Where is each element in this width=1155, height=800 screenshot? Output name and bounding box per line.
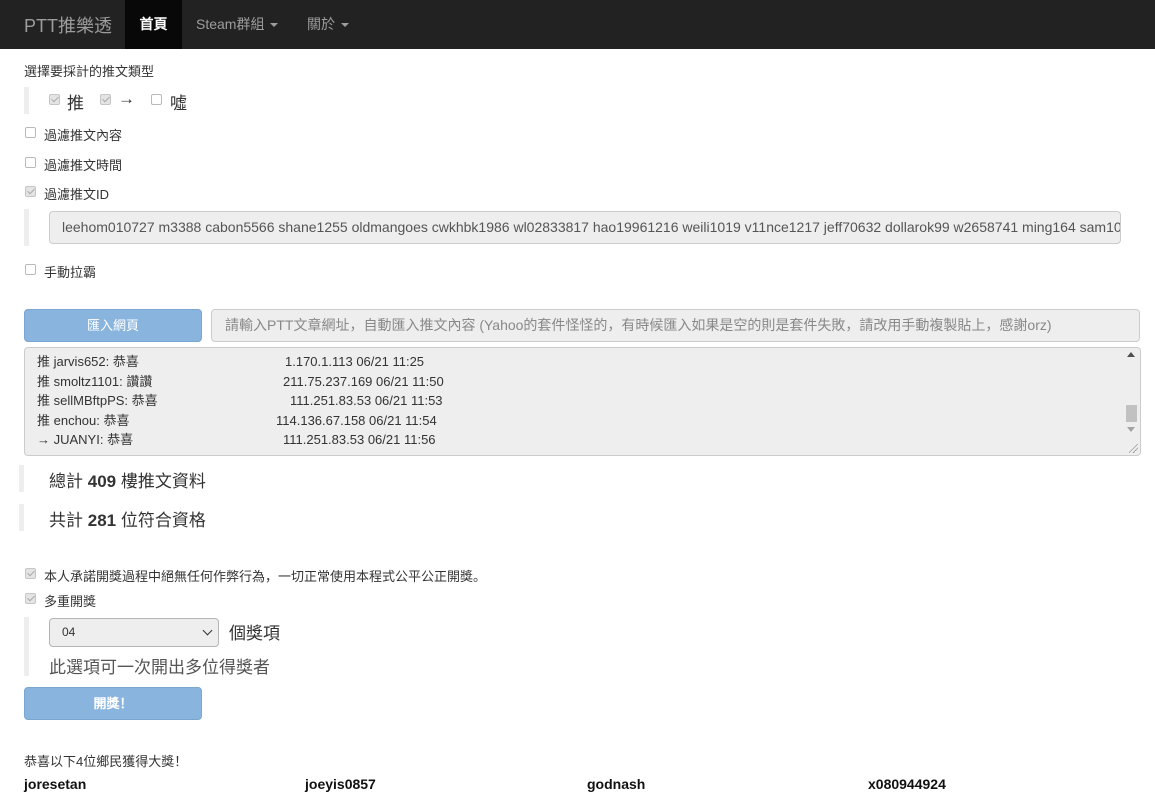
manual-slot-checkbox[interactable]	[25, 264, 36, 275]
blockquote-bar	[24, 209, 29, 246]
filter-id-input[interactable]: leehom010727 m3388 cabon5566 shane1255 o…	[49, 211, 1121, 244]
multi-draw-label: 多重開獎	[44, 594, 97, 609]
blockquote-bar	[24, 617, 29, 676]
blockquote-bar	[19, 504, 24, 531]
push-line-meta: 1.170.1.113 06/21 11:25	[285, 354, 425, 369]
qualified-prefix: 共計	[49, 511, 83, 530]
import-page-button[interactable]: 匯入網頁	[24, 309, 202, 342]
total-prefix: 總計	[49, 472, 83, 491]
push-content-textarea[interactable]: 推 jarvis652: 恭喜 1.170.1.113 06/21 11:25 …	[24, 347, 1141, 456]
caret-down-icon	[270, 23, 279, 28]
caret-down-icon	[341, 23, 349, 28]
scroll-up-arrow-icon[interactable]	[1127, 352, 1135, 357]
push-line-meta: 111.251.83.53 06/21 11:53	[290, 393, 443, 408]
push-line-meta: 111.251.83.53 06/21 11:56	[283, 432, 436, 447]
winner-name: x080944924	[868, 776, 946, 792]
push-type-heading: 選擇要採計的推文類型	[24, 64, 155, 79]
push-line: → JUANYI: 恭喜	[37, 432, 134, 447]
nav-home[interactable]: 首頁	[125, 0, 182, 49]
winner-name: godnash	[587, 776, 646, 792]
push-line: 推 enchou: 恭喜	[37, 413, 130, 428]
nav-about[interactable]: 關於	[307, 0, 349, 49]
brand-logo[interactable]: PTT推樂透	[24, 12, 112, 38]
filter-time-checkbox[interactable]	[25, 157, 36, 168]
qualified-suffix: 位符合資格	[120, 511, 206, 530]
draw-button[interactable]: 開獎！	[24, 687, 202, 720]
push-type-checkbox-boo[interactable]	[151, 94, 162, 105]
qualified-count: 281	[87, 511, 117, 530]
promise-checkbox[interactable]	[25, 568, 36, 579]
push-type-label-boo: 噓	[170, 94, 187, 113]
winner-name: joeyis0857	[305, 776, 376, 792]
total-count-text: 總計 409 樓推文資料	[49, 467, 206, 492]
scroll-down-arrow-icon[interactable]	[1127, 427, 1135, 432]
filter-content-checkbox[interactable]	[25, 127, 36, 138]
blockquote-bar	[24, 87, 29, 114]
scrollbar-thumb[interactable]	[1126, 405, 1137, 422]
total-count: 409	[87, 472, 117, 491]
push-type-label-arrow: →	[118, 89, 135, 108]
qualified-count-text: 共計 281 位符合資格	[49, 506, 206, 531]
multi-draw-hint: 此選項可一次開出多位得獎者	[49, 658, 270, 677]
nav-about-label: 關於	[307, 16, 335, 32]
promise-label: 本人承諾開獎過程中絕無任何作弊行為，一切正常使用本程式公平公正開獎。	[44, 569, 487, 584]
result-heading: 恭喜以下4位鄉民獲得大獎！	[24, 754, 188, 769]
push-line-meta: 114.136.67.158 06/21 11:54	[276, 413, 437, 428]
push-line-meta: 211.75.237.169 06/21 11:50	[283, 374, 444, 389]
multi-draw-checkbox[interactable]	[25, 593, 36, 604]
nav-steam-label: Steam群組	[196, 16, 265, 32]
filter-id-label: 過濾推文ID	[44, 187, 110, 202]
chevron-down-icon	[202, 625, 213, 636]
filter-time-label: 過濾推文時間	[44, 158, 123, 173]
total-suffix: 樓推文資料	[120, 472, 206, 491]
push-type-label-push: 推	[67, 94, 84, 113]
filter-content-label: 過濾推文內容	[44, 128, 123, 143]
filter-id-checkbox[interactable]	[25, 186, 36, 197]
navbar: PTT推樂透 首頁 Steam群組 關於	[0, 0, 1155, 49]
push-line: 推 jarvis652: 恭喜	[37, 354, 139, 369]
blockquote-bar	[19, 465, 24, 492]
push-line: 推 sellMBftpPS: 恭喜	[37, 393, 158, 408]
push-line: 推 smoltz1101: 讚讚	[37, 374, 153, 389]
push-type-checkbox-arrow[interactable]	[100, 94, 111, 105]
push-type-checkbox-push[interactable]	[49, 94, 60, 105]
resize-handle-icon[interactable]	[1129, 444, 1138, 453]
prize-count-select[interactable]: 04	[49, 618, 219, 647]
ptt-url-input[interactable]: 請輸入PTT文章網址，自動匯入推文內容 (Yahoo的套件怪怪的，有時候匯入如果…	[211, 309, 1140, 342]
winner-name: joresetan	[24, 776, 87, 792]
prize-count-value: 04	[62, 625, 76, 639]
prize-count-suffix: 個獎項	[229, 624, 280, 643]
nav-steam-group[interactable]: Steam群組	[196, 0, 279, 49]
manual-slot-label: 手動拉霸	[44, 265, 97, 280]
